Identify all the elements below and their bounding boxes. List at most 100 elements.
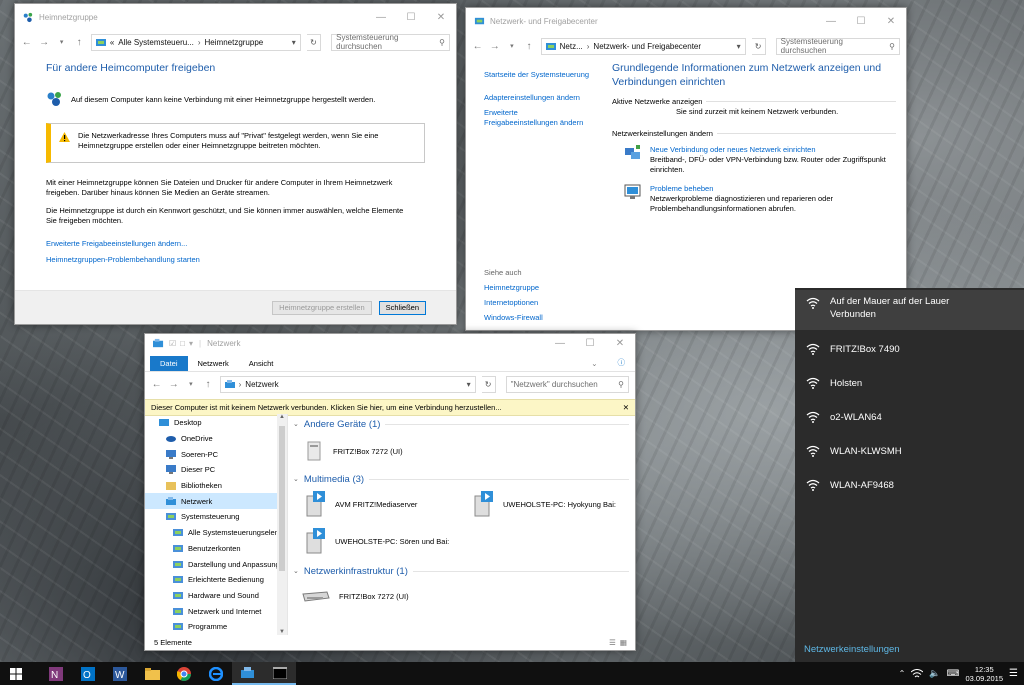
start-button[interactable] xyxy=(0,662,32,685)
back-button[interactable]: ← xyxy=(21,37,32,48)
back-button[interactable]: ← xyxy=(472,41,483,52)
tree-item[interactable]: Soeren-PC xyxy=(145,446,277,462)
tree-item[interactable]: Netzwerk xyxy=(145,493,277,510)
tree-item[interactable]: Erleichterte Bedienung xyxy=(145,572,277,588)
search-input[interactable]: Systemsteuerung durchsuchen ⚲ xyxy=(775,37,900,55)
tree-item[interactable]: Bibliotheken xyxy=(145,478,277,494)
tree-item[interactable]: Systemsteuerung xyxy=(145,509,277,525)
tree-item[interactable]: Desktop xyxy=(145,415,277,431)
taskbar-file-explorer[interactable] xyxy=(136,662,168,685)
wifi-network-item[interactable]: WLAN-AF9468 xyxy=(795,468,1024,502)
taskbar-word[interactable]: W xyxy=(104,662,136,685)
help-icon[interactable]: ⓘ xyxy=(608,354,636,371)
tree-item[interactable]: Hardware und Sound xyxy=(145,588,277,604)
recent-dropdown[interactable]: ▾ xyxy=(185,380,196,388)
wifi-network-item[interactable]: o2-WLAN64 xyxy=(795,400,1024,434)
maximize-button[interactable]: ☐ xyxy=(575,334,605,353)
taskbar-network-explorer[interactable] xyxy=(232,662,264,685)
address-bar[interactable]: › Netzwerk ▾ xyxy=(219,375,476,393)
tree-item[interactable]: Dieser PC xyxy=(145,462,277,478)
chevron-down-icon[interactable]: ▾ xyxy=(467,380,471,389)
volume-icon[interactable]: 🔈 xyxy=(929,668,940,679)
maximize-button[interactable]: ☐ xyxy=(396,4,426,31)
sidebar-item-internet-options[interactable]: Internetoptionen xyxy=(484,298,602,308)
tree-item[interactable]: Netzwerk und Internet xyxy=(145,603,277,619)
details-view-icon[interactable]: ☰ xyxy=(609,638,616,647)
large-icons-view-icon[interactable]: ▦ xyxy=(620,638,627,647)
refresh-button[interactable]: ↻ xyxy=(751,37,766,55)
group-header[interactable]: Multimedia (3) xyxy=(304,474,364,485)
sidebar-item-home[interactable]: Startseite der Systemsteuerung xyxy=(484,70,602,80)
close-button[interactable]: ✕ xyxy=(426,4,456,31)
device-item[interactable]: FRITZ!Box 7272 (UI) xyxy=(301,588,409,604)
refresh-button[interactable]: ↻ xyxy=(306,33,322,51)
address-bar[interactable]: « Alle Systemsteueru... › Heimnetzgruppe… xyxy=(90,33,301,51)
title-bar[interactable]: Heimnetzgruppe — ☐ ✕ xyxy=(15,4,456,31)
notification-center-icon[interactable]: ☰ xyxy=(1009,668,1018,679)
breadcrumb-item[interactable]: Heimnetzgruppe xyxy=(205,38,264,47)
collapse-icon[interactable]: ⌄ xyxy=(293,567,299,575)
device-item[interactable]: UWEHOLSTE-PC: Hyokyung Bai: xyxy=(471,490,616,518)
recent-dropdown[interactable]: ▾ xyxy=(506,42,517,50)
tab-netzwerk[interactable]: Netzwerk xyxy=(188,356,239,371)
troubleshoot-link[interactable]: Heimnetzgruppen-Problembehandlung starte… xyxy=(46,252,425,268)
wifi-network-item[interactable]: Holsten xyxy=(795,366,1024,400)
minimize-button[interactable]: — xyxy=(816,8,846,35)
scrollbar[interactable]: ▲ ▼ xyxy=(277,414,287,635)
address-bar[interactable]: Netz... › Netzwerk- und Freigabecenter ▾ xyxy=(540,37,746,55)
keyboard-icon[interactable]: ⌨ xyxy=(946,668,959,679)
tree-item[interactable]: OneDrive xyxy=(145,431,277,447)
taskbar-cmd[interactable] xyxy=(264,662,296,685)
sidebar-item-homegroup[interactable]: Heimnetzgruppe xyxy=(484,283,602,293)
title-bar[interactable]: Netzwerk- und Freigabecenter — ☐ ✕ xyxy=(466,8,906,35)
tree-item[interactable]: Darstellung und Anpassung xyxy=(145,556,277,572)
taskbar-edge[interactable] xyxy=(200,662,232,685)
breadcrumb-item[interactable]: Alle Systemsteueru... xyxy=(118,38,194,47)
new-connection-link[interactable]: Neue Verbindung oder neues Netzwerk einr… xyxy=(650,145,886,155)
clock[interactable]: 12:35 03.09.2015 xyxy=(965,665,1003,683)
taskbar-chrome[interactable] xyxy=(168,662,200,685)
network-settings-link[interactable]: Netzwerkeinstellungen xyxy=(804,644,900,655)
close-dialog-button[interactable]: Schließen xyxy=(378,300,426,315)
wifi-network-item[interactable]: Auf der Mauer auf der Lauer Verbunden xyxy=(795,290,1024,330)
taskbar-outlook[interactable]: O xyxy=(72,662,104,685)
chevron-down-icon[interactable]: ▾ xyxy=(737,42,741,51)
device-item[interactable]: AVM FRITZ!Mediaserver xyxy=(303,490,417,518)
collapse-icon[interactable]: ⌄ xyxy=(293,420,299,428)
quick-access-dropdown-icon[interactable]: ▾ xyxy=(189,339,193,348)
breadcrumb-item[interactable]: Netzwerk- und Freigabecenter xyxy=(593,42,701,51)
chevron-down-icon[interactable]: ▾ xyxy=(292,38,296,47)
close-button[interactable]: ✕ xyxy=(605,334,635,353)
up-button[interactable]: ↑ xyxy=(523,41,534,52)
wifi-tray-icon[interactable] xyxy=(911,668,924,679)
collapse-icon[interactable]: ⌄ xyxy=(293,475,299,483)
sidebar-item-firewall[interactable]: Windows-Firewall xyxy=(484,313,602,323)
up-button[interactable]: ↑ xyxy=(202,379,213,390)
create-homegroup-button[interactable]: Heimnetzgruppe erstellen xyxy=(272,300,372,315)
forward-button[interactable]: → xyxy=(38,37,49,48)
refresh-button[interactable]: ↻ xyxy=(481,375,496,393)
up-button[interactable]: ↑ xyxy=(73,37,84,48)
minimize-button[interactable]: — xyxy=(366,4,396,31)
search-input[interactable]: Systemsteuerung durchsuchen ⚲ xyxy=(331,33,450,51)
new-folder-icon[interactable]: □ xyxy=(180,339,185,348)
scroll-up-icon[interactable]: ▲ xyxy=(277,414,287,420)
forward-button[interactable]: → xyxy=(489,41,500,52)
sidebar-item-advanced-cont[interactable]: Freigabeeinstellungen ändern xyxy=(484,118,602,128)
recent-dropdown[interactable]: ▾ xyxy=(56,38,67,46)
close-button[interactable]: ✕ xyxy=(876,8,906,35)
taskbar-onenote[interactable]: N xyxy=(40,662,72,685)
tree-item[interactable]: Benutzerkonten xyxy=(145,541,277,557)
advanced-sharing-link[interactable]: Erweiterte Freigabeeinstellungen ändern.… xyxy=(46,236,425,252)
minimize-button[interactable]: — xyxy=(545,334,575,353)
group-header[interactable]: Netzwerkinfrastruktur (1) xyxy=(304,566,408,577)
breadcrumb-item[interactable]: Netz... xyxy=(560,42,583,51)
wifi-network-item[interactable]: WLAN-KLWSMH xyxy=(795,434,1024,468)
maximize-button[interactable]: ☐ xyxy=(846,8,876,35)
sidebar-item-adapter[interactable]: Adaptereinstellungen ändern xyxy=(484,93,602,103)
chevron-up-icon[interactable]: ⌃ xyxy=(899,669,906,678)
wifi-network-item[interactable]: FRITZ!Box 7490 xyxy=(795,332,1024,366)
breadcrumb-item[interactable]: Netzwerk xyxy=(245,380,278,389)
tree-item[interactable]: Alle Systemsteuerungselemente xyxy=(145,525,277,541)
close-icon[interactable]: ✕ xyxy=(623,403,629,412)
